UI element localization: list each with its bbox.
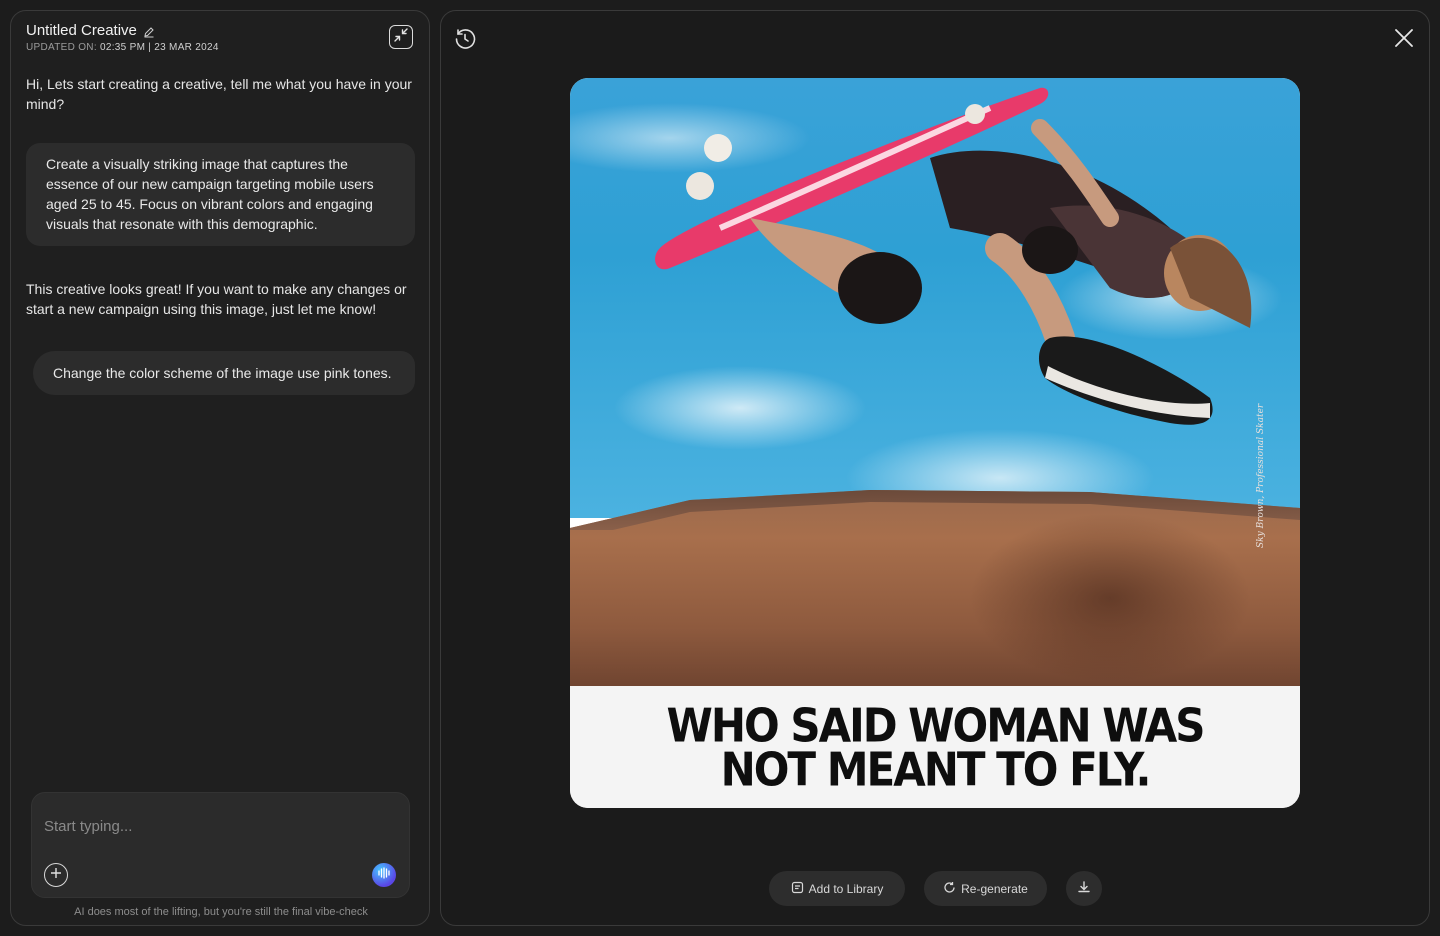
download-icon bbox=[1077, 880, 1091, 897]
creative-title: Untitled Creative bbox=[26, 22, 137, 39]
voice-input-button[interactable] bbox=[372, 863, 396, 887]
add-to-library-button[interactable]: Add to Library bbox=[769, 871, 905, 906]
add-to-library-label: Add to Library bbox=[808, 881, 884, 896]
refresh-icon bbox=[943, 881, 956, 897]
skater-illustration bbox=[655, 87, 1252, 425]
close-button[interactable] bbox=[1393, 27, 1415, 49]
plus-icon bbox=[50, 866, 62, 884]
library-icon bbox=[791, 881, 804, 897]
photo-credit: Sky Brown, Professional Skater bbox=[1256, 403, 1266, 548]
download-button[interactable] bbox=[1066, 871, 1102, 906]
updated-value: 02:35 PM | 23 MAR 2024 bbox=[100, 42, 219, 53]
disclaimer: AI does most of the lifting, but you're … bbox=[74, 906, 368, 918]
ai-message: This creative looks great! If you want t… bbox=[26, 281, 407, 317]
add-attachment-button[interactable] bbox=[44, 863, 68, 887]
skate-ramp bbox=[570, 490, 1300, 688]
ai-message: Hi, Lets start creating a creative, tell… bbox=[26, 76, 412, 112]
headline-line-2: NOT MEANT TO FLY. bbox=[720, 742, 1152, 797]
regenerate-button[interactable]: Re-generate bbox=[924, 871, 1047, 906]
collapse-button[interactable] bbox=[389, 25, 413, 49]
composer bbox=[31, 792, 410, 898]
user-message: Create a visually striking image that ca… bbox=[26, 143, 415, 246]
edit-icon[interactable] bbox=[143, 25, 155, 37]
preview-panel: Sky Brown, Professional Skater WHO SAID … bbox=[440, 10, 1430, 926]
user-message: Change the color scheme of the image use… bbox=[33, 351, 415, 395]
generated-creative-image: Sky Brown, Professional Skater WHO SAID … bbox=[570, 78, 1300, 808]
chat-panel: Untitled Creative UPDATED ON: 02:35 PM |… bbox=[10, 10, 430, 926]
collapse-icon bbox=[393, 27, 409, 48]
updated-label: UPDATED ON: bbox=[26, 42, 97, 53]
updated-timestamp: UPDATED ON: 02:35 PM | 23 MAR 2024 bbox=[26, 42, 219, 53]
history-button[interactable] bbox=[453, 27, 477, 51]
message-input[interactable] bbox=[44, 813, 384, 839]
voice-icon bbox=[377, 866, 391, 884]
close-icon bbox=[1393, 29, 1415, 53]
history-icon bbox=[453, 29, 477, 55]
action-bar: Add to Library Re-generate bbox=[441, 871, 1431, 907]
title-row: Untitled Creative bbox=[26, 22, 155, 39]
regenerate-label: Re-generate bbox=[961, 881, 1028, 896]
